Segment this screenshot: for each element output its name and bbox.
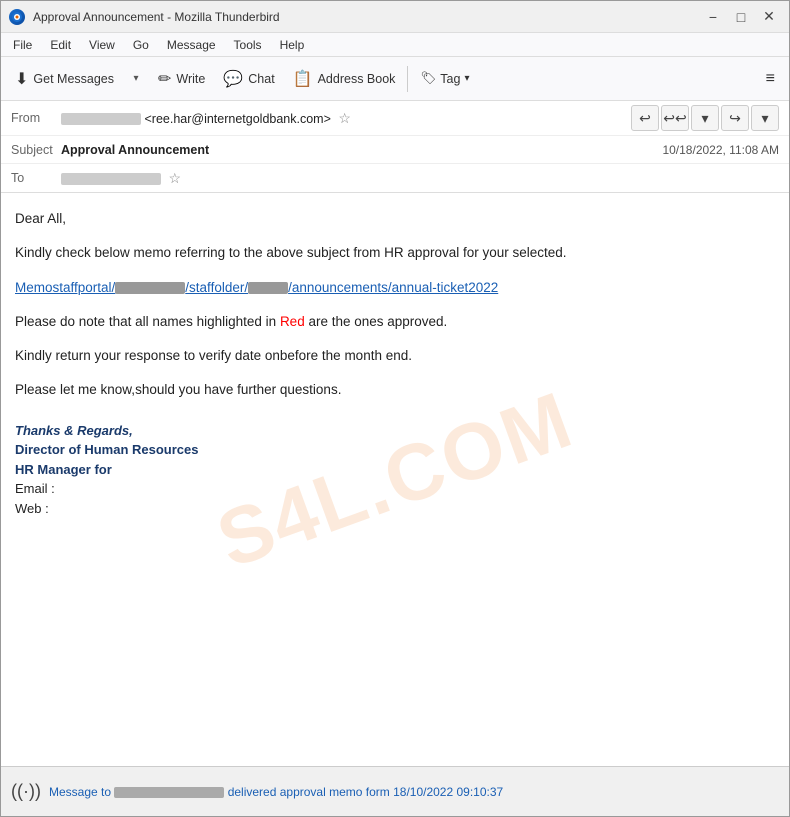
sig-web-label: Web : xyxy=(15,501,49,516)
from-email: <ree.har@internetgoldbank.com> xyxy=(144,112,330,126)
wifi-icon: ((·)) xyxy=(11,781,41,802)
address-book-label: Address Book xyxy=(318,72,396,86)
link-paragraph: Memostaffportal/ /staffolder/ /announcemen… xyxy=(15,278,775,298)
thunderbird-window: Approval Announcement - Mozilla Thunderb… xyxy=(0,0,790,817)
highlighted-names-paragraph: Please do note that all names highlighte… xyxy=(15,312,775,332)
greeting-text: Dear All, xyxy=(15,211,66,226)
response-text: Kindly return your response to verify da… xyxy=(15,348,412,363)
link-part1: Memostaffportal/ xyxy=(15,280,115,295)
write-label: Write xyxy=(176,72,205,86)
write-icon: ✏ xyxy=(158,69,171,89)
para2-suffix: are the ones approved. xyxy=(305,314,448,329)
tag-button[interactable]: 🏷 Tag ▾ xyxy=(412,67,477,90)
subject-row: Subject Approval Announcement 10/18/2022… xyxy=(1,136,789,164)
title-bar: Approval Announcement - Mozilla Thunderb… xyxy=(1,1,789,33)
window-controls: − □ ✕ xyxy=(701,6,781,28)
sig-line2: Director of Human Resources xyxy=(15,440,775,460)
phishing-link[interactable]: Memostaffportal/ /staffolder/ /announcemen… xyxy=(15,280,498,295)
close-button[interactable]: ✕ xyxy=(757,6,781,28)
forward-button[interactable]: ↪ xyxy=(721,105,749,131)
app-icon xyxy=(9,9,25,25)
email-action-buttons: ↩ ↩↩ ▾ ↪ ▾ xyxy=(631,105,779,131)
subject-value-container: Approval Announcement 10/18/2022, 11:08 … xyxy=(61,143,779,157)
response-paragraph: Kindly return your response to verify da… xyxy=(15,346,775,366)
write-button[interactable]: ✏ Write xyxy=(150,64,213,94)
questions-paragraph: Please let me know,should you have furth… xyxy=(15,380,775,400)
menu-edit[interactable]: Edit xyxy=(42,36,79,54)
sig-hr-prefix: HR Manager for xyxy=(15,462,112,477)
chat-icon: 💬 xyxy=(223,69,243,89)
tag-icon: 🏷 xyxy=(420,71,436,86)
status-bar: ((·)) Message to delivered approval memo… xyxy=(1,766,789,816)
email-header: From <ree.har@internetgoldbank.com> ☆ ↩ … xyxy=(1,101,789,193)
get-messages-icon: ⬇ xyxy=(15,69,28,89)
get-messages-button[interactable]: ⬇ Get Messages xyxy=(7,64,122,94)
sig-line3: HR Manager for xyxy=(15,460,775,480)
link-redacted-2 xyxy=(248,282,288,294)
status-message: Message to delivered approval memo form … xyxy=(49,785,779,799)
intro-text: Kindly check below memo referring to the… xyxy=(15,245,567,260)
menu-help[interactable]: Help xyxy=(272,36,313,54)
email-body: S4L.COM Dear All, Kindly check below mem… xyxy=(1,193,789,766)
subject-label: Subject xyxy=(11,143,61,157)
chat-button[interactable]: 💬 Chat xyxy=(215,64,282,94)
menu-file[interactable]: File xyxy=(5,36,40,54)
to-redacted xyxy=(61,173,161,185)
window-title: Approval Announcement - Mozilla Thunderb… xyxy=(33,10,701,24)
link-part3: /staffolder/ xyxy=(185,280,248,295)
from-label: From xyxy=(11,111,61,125)
signature-block: Thanks & Regards, Director of Human Reso… xyxy=(15,421,775,519)
menu-bar: File Edit View Go Message Tools Help xyxy=(1,33,789,57)
subject-value: Approval Announcement xyxy=(61,143,662,157)
actions-more-button[interactable]: ▾ xyxy=(751,105,779,131)
intro-paragraph: Kindly check below memo referring to the… xyxy=(15,243,775,263)
menu-view[interactable]: View xyxy=(81,36,123,54)
menu-tools[interactable]: Tools xyxy=(226,36,270,54)
sig-email-row: Email : xyxy=(15,479,775,499)
email-timestamp: 10/18/2022, 11:08 AM xyxy=(662,143,779,157)
chat-label: Chat xyxy=(248,72,274,86)
sig-web-row: Web : xyxy=(15,499,775,519)
maximize-button[interactable]: □ xyxy=(729,6,753,28)
to-row: To ☆ xyxy=(1,164,789,192)
from-value: <ree.har@internetgoldbank.com> ☆ xyxy=(61,110,623,127)
menu-message[interactable]: Message xyxy=(159,36,224,54)
reply-all-button[interactable]: ↩↩ xyxy=(661,105,689,131)
address-book-icon: 📋 xyxy=(293,69,313,89)
greeting-paragraph: Dear All, xyxy=(15,209,775,229)
get-messages-label: Get Messages xyxy=(33,72,114,86)
from-row: From <ree.har@internetgoldbank.com> ☆ ↩ … xyxy=(1,101,789,136)
para2-prefix: Please do note that all names highlighte… xyxy=(15,314,280,329)
link-part5: /announcements/annual-ticket2022 xyxy=(288,280,498,295)
to-star-icon[interactable]: ☆ xyxy=(168,170,181,186)
tag-dropdown-icon: ▾ xyxy=(464,73,469,84)
status-suffix: delivered approval memo form 18/10/2022 … xyxy=(224,785,503,799)
more-actions-dropdown[interactable]: ▾ xyxy=(691,105,719,131)
red-text: Red xyxy=(280,314,305,329)
address-book-button[interactable]: 📋 Address Book xyxy=(285,64,404,94)
hamburger-menu-button[interactable]: ≡ xyxy=(758,65,783,93)
reply-button[interactable]: ↩ xyxy=(631,105,659,131)
from-name-redacted xyxy=(61,113,141,125)
tag-label: Tag xyxy=(440,72,460,86)
sig-line1: Thanks & Regards, xyxy=(15,421,775,441)
status-prefix: Message to xyxy=(49,785,114,799)
toolbar: ⬇ Get Messages ▾ ✏ Write 💬 Chat 📋 Addres… xyxy=(1,57,789,101)
questions-text: Please let me know,should you have furth… xyxy=(15,382,341,397)
sig-email-label: Email : xyxy=(15,481,55,496)
to-value: ☆ xyxy=(61,170,779,187)
get-messages-dropdown[interactable]: ▾ xyxy=(124,65,148,93)
from-star-icon[interactable]: ☆ xyxy=(338,110,351,126)
menu-go[interactable]: Go xyxy=(125,36,157,54)
link-redacted-1 xyxy=(115,282,185,294)
minimize-button[interactable]: − xyxy=(701,6,725,28)
status-redacted xyxy=(114,787,224,798)
to-label: To xyxy=(11,171,61,185)
toolbar-separator xyxy=(407,66,408,92)
